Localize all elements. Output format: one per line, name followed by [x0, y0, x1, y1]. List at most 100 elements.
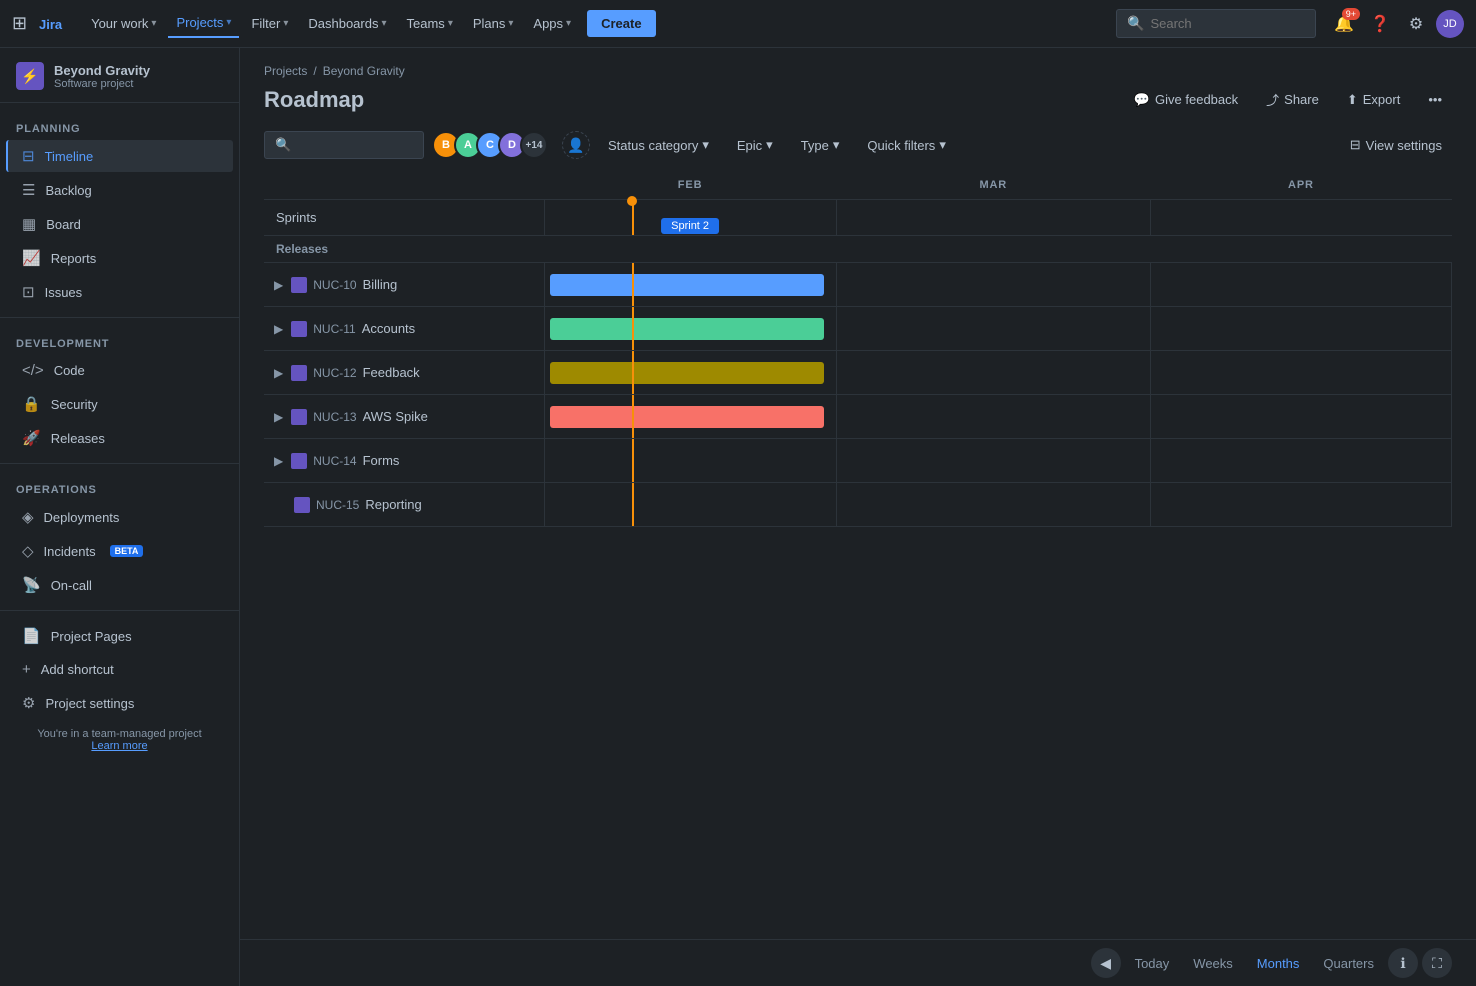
help-button[interactable]: ❓ — [1364, 8, 1396, 40]
footer-learn-more[interactable]: Learn more — [91, 740, 147, 752]
fullscreen-button[interactable]: ⛶ — [1422, 948, 1452, 978]
sidebar-project[interactable]: ⚡ Beyond Gravity Software project — [0, 48, 239, 103]
current-time-line — [632, 263, 634, 306]
sidebar-item-issues[interactable]: ⊡ Issues — [6, 276, 233, 308]
gantt-bar-feedback[interactable] — [550, 362, 824, 384]
prev-period-button[interactable]: ◀ — [1091, 948, 1121, 978]
chevron-down-icon: ▾ — [381, 18, 386, 29]
issues-icon: ⊡ — [22, 283, 35, 301]
nav-filter[interactable]: Filter ▾ — [243, 10, 296, 37]
jira-logo[interactable]: Jira — [39, 16, 79, 32]
page-title-row: Roadmap 💬 Give feedback ⤴ Share ⬆ Export — [264, 84, 1452, 115]
sidebar-item-security[interactable]: 🔒 Security — [6, 388, 233, 420]
nav-plans[interactable]: Plans ▾ — [465, 10, 522, 37]
expand-button[interactable]: ▶ — [272, 408, 285, 426]
planning-section-label: PLANNING — [0, 111, 239, 139]
operations-section-label: OPERATIONS — [0, 472, 239, 500]
top-navigation: ⊞ Jira Your work ▾ Projects ▾ Filter ▾ D… — [0, 0, 1476, 48]
quick-filters[interactable]: Quick filters ▾ — [857, 132, 955, 158]
status-category-filter[interactable]: Status category ▾ — [598, 132, 719, 158]
nav-teams[interactable]: Teams ▾ — [399, 10, 461, 37]
expand-button[interactable]: ▶ — [272, 364, 285, 382]
expand-button[interactable]: ▶ — [272, 276, 285, 294]
gantt-bar-billing[interactable] — [550, 274, 824, 296]
more-actions-button[interactable]: ••• — [1418, 86, 1452, 113]
search-box[interactable]: 🔍 — [1116, 9, 1316, 38]
gantt-bar-accounts[interactable] — [550, 318, 824, 340]
sidebar-item-reports[interactable]: 📈 Reports — [6, 242, 233, 274]
avatar-group[interactable]: B A C D +14 — [432, 131, 548, 159]
nav-apps[interactable]: Apps ▾ — [525, 10, 579, 37]
breadcrumb-project[interactable]: Beyond Gravity — [323, 64, 405, 78]
notifications-button[interactable]: 🔔 9+ — [1328, 8, 1360, 40]
app-grid-icon[interactable]: ⊞ — [12, 13, 27, 34]
sidebar-item-deployments[interactable]: ◈ Deployments — [6, 501, 233, 533]
sidebar-item-incidents[interactable]: ◇ Incidents BETA — [6, 535, 233, 567]
sidebar-item-label: Releases — [51, 431, 105, 446]
empty-cell — [836, 307, 1150, 351]
row-label-cell: ▶ NUC-14 Forms — [264, 439, 544, 483]
gantt-bar-awsspike[interactable] — [550, 406, 824, 428]
notification-badge: 9+ — [1342, 8, 1360, 20]
breadcrumb-separator: / — [313, 64, 316, 78]
row-label-cell: ▶ NUC-11 Accounts — [264, 307, 544, 351]
roadmap-container: FEB MAR APR Sprints — [240, 171, 1476, 939]
sidebar-item-timeline[interactable]: ⊟ Timeline — [6, 140, 233, 172]
chevron-down-icon: ▾ — [833, 137, 840, 153]
expand-button[interactable]: ▶ — [272, 320, 285, 338]
sidebar-item-releases[interactable]: 🚀 Releases — [6, 422, 233, 454]
issue-icon — [291, 321, 307, 337]
search-input[interactable] — [297, 138, 417, 153]
row-label: NUC-15 Reporting — [264, 497, 544, 513]
nav-your-work[interactable]: Your work ▾ — [83, 10, 164, 37]
expand-button[interactable]: ▶ — [272, 452, 285, 470]
sidebar-item-board[interactable]: ▦ Board — [6, 208, 233, 240]
view-settings-button[interactable]: ⊟ View settings — [1340, 132, 1452, 158]
current-time-line — [632, 439, 634, 482]
empty-cell — [1150, 351, 1451, 395]
nav-projects[interactable]: Projects ▾ — [168, 9, 239, 38]
sidebar-item-add-shortcut[interactable]: + Add shortcut — [6, 654, 233, 685]
today-button[interactable]: Today — [1125, 951, 1180, 976]
info-button[interactable]: ℹ — [1388, 948, 1418, 978]
current-time-line — [632, 483, 634, 526]
avatar[interactable]: JD — [1436, 10, 1464, 38]
sidebar-divider — [0, 317, 239, 318]
sidebar-item-backlog[interactable]: ☰ Backlog — [6, 174, 233, 206]
share-icon: ⤴ — [1266, 90, 1279, 109]
search-icon: 🔍 — [1127, 15, 1144, 32]
type-filter[interactable]: Type ▾ — [791, 132, 850, 158]
sidebar-item-label: On-call — [51, 578, 92, 593]
app-body: ⚡ Beyond Gravity Software project PLANNI… — [0, 48, 1476, 986]
share-button[interactable]: ⤴ Share — [1256, 84, 1329, 115]
beta-badge: BETA — [110, 545, 144, 557]
sidebar-item-oncall[interactable]: 📡 On-call — [6, 569, 233, 601]
search-input[interactable] — [1150, 16, 1290, 31]
empty-cell — [836, 263, 1150, 307]
quarters-button[interactable]: Quarters — [1313, 951, 1384, 976]
settings-icon: ⚙ — [22, 694, 35, 712]
sidebar-divider-2 — [0, 463, 239, 464]
nav-dashboards[interactable]: Dashboards ▾ — [300, 10, 394, 37]
gantt-bar-cell-awsspike — [544, 395, 836, 439]
pages-icon: 📄 — [22, 627, 41, 645]
settings-button[interactable]: ⚙ — [1400, 8, 1432, 40]
incidents-icon: ◇ — [22, 542, 34, 560]
releases-icon: 🚀 — [22, 429, 41, 447]
give-feedback-button[interactable]: 💬 Give feedback — [1124, 86, 1248, 114]
gantt-bar-cell-feedback — [544, 351, 836, 395]
breadcrumb-projects[interactable]: Projects — [264, 64, 307, 78]
weeks-button[interactable]: Weeks — [1183, 951, 1243, 976]
avatar-count[interactable]: +14 — [520, 131, 548, 159]
person-filter-button[interactable]: 👤 — [562, 131, 590, 159]
roadmap-header: FEB MAR APR — [264, 171, 1452, 200]
months-button[interactable]: Months — [1247, 951, 1310, 976]
create-button[interactable]: Create — [587, 10, 655, 37]
apr-col-header: APR — [1150, 171, 1451, 200]
export-button[interactable]: ⬆ Export — [1337, 86, 1410, 114]
sidebar-item-code[interactable]: </> Code — [6, 355, 233, 386]
sidebar-item-project-pages[interactable]: 📄 Project Pages — [6, 620, 233, 652]
sidebar-item-project-settings[interactable]: ⚙ Project settings — [6, 687, 233, 719]
epic-filter[interactable]: Epic ▾ — [727, 132, 783, 158]
toolbar-search[interactable]: 🔍 — [264, 131, 424, 159]
